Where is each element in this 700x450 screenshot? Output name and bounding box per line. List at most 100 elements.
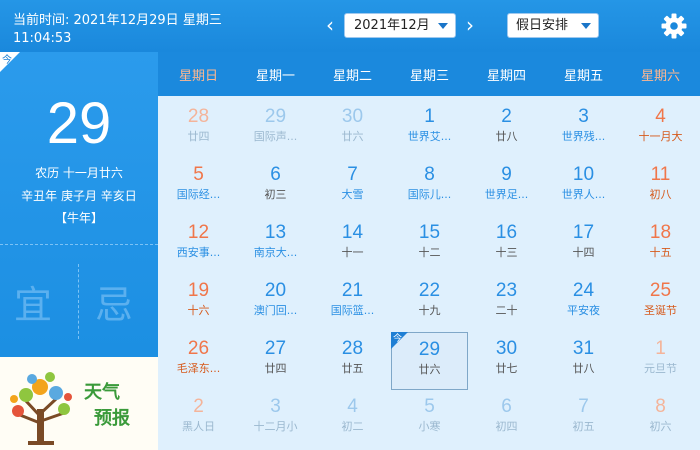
- day-number: 11: [650, 164, 671, 185]
- day-cell[interactable]: 5 国际经...: [160, 158, 237, 216]
- day-cell[interactable]: 20 澳门回...: [237, 274, 314, 332]
- holiday-select-value: 假日安排: [516, 18, 569, 33]
- day-cell[interactable]: 11 初八: [622, 158, 699, 216]
- day-cell[interactable]: 3 十二月小: [237, 390, 314, 448]
- day-lunar-label: 初五: [572, 420, 595, 433]
- day-number: 19: [187, 280, 210, 301]
- day-cell[interactable]: 7 大雪: [314, 158, 391, 216]
- current-time-date: 当前时间: 2021年12月29日 星期三: [13, 13, 222, 28]
- day-number: 12: [187, 222, 210, 243]
- month-select[interactable]: 2021年12月: [344, 13, 456, 38]
- day-lunar-label: 廿四: [264, 362, 287, 375]
- prev-month-button[interactable]: ‹: [322, 14, 338, 36]
- current-time: 当前时间: 2021年12月29日 星期三 11:04:53: [13, 12, 222, 48]
- day-cell[interactable]: 29 国际声...: [237, 100, 314, 158]
- day-cell[interactable]: 10 世界人...: [545, 158, 622, 216]
- day-cell[interactable]: 31 廿八: [545, 332, 622, 390]
- day-cell[interactable]: 17 十四: [545, 216, 622, 274]
- day-cell[interactable]: 6 初四: [468, 390, 545, 448]
- day-lunar-label: 澳门回...: [253, 304, 298, 317]
- next-month-button[interactable]: ›: [462, 14, 478, 36]
- weekday-header: 星期日 星期一 星期二 星期三 星期四 星期五 星期六: [158, 52, 700, 96]
- day-cell[interactable]: 26 毛泽东...: [160, 332, 237, 390]
- day-cell[interactable]: 18 十五: [622, 216, 699, 274]
- day-number: 8: [424, 164, 435, 185]
- day-cell[interactable]: 4 十一月大: [622, 100, 699, 158]
- day-lunar-label: 初六: [649, 420, 672, 433]
- day-cell[interactable]: 27 廿四: [237, 332, 314, 390]
- day-lunar-label: 世界艾...: [407, 130, 452, 143]
- day-cell[interactable]: 2 廿八: [468, 100, 545, 158]
- weekday-label: 星期日: [178, 69, 218, 84]
- gear-icon[interactable]: [660, 12, 688, 40]
- day-lunar-label: 世界人...: [561, 188, 606, 201]
- day-cell[interactable]: 5 小寒: [391, 390, 468, 448]
- day-lunar-label: 初四: [495, 420, 518, 433]
- day-cell[interactable]: 8 国际儿...: [391, 158, 468, 216]
- day-number: 5: [424, 396, 435, 417]
- holiday-select[interactable]: 假日安排: [507, 13, 599, 38]
- day-number: 3: [270, 396, 281, 417]
- day-number: 18: [649, 222, 672, 243]
- day-cell[interactable]: 13 南京大...: [237, 216, 314, 274]
- day-cell[interactable]: 1 元旦节: [622, 332, 699, 390]
- day-cell[interactable]: 9 世界足...: [468, 158, 545, 216]
- day-lunar-label: 廿七: [495, 362, 518, 375]
- day-number: 3: [578, 106, 589, 127]
- current-time-clock: 11:04:53: [13, 31, 72, 46]
- day-number: 14: [341, 222, 364, 243]
- day-cell[interactable]: 21 国际篮...: [314, 274, 391, 332]
- chevron-down-icon: [438, 23, 448, 29]
- day-lunar-label: 毛泽东...: [176, 362, 221, 375]
- day-number: 2: [501, 106, 512, 127]
- calendar-grid: 28 廿四 29 国际声... 30 廿六 1 世界艾... 2 廿八 3 世界残... 4 十一月大 5 国…: [158, 96, 700, 450]
- day-number: 9: [501, 164, 512, 185]
- day-lunar-label: 国际声...: [253, 130, 298, 143]
- day-number: 31: [572, 338, 595, 359]
- day-cell[interactable]: 12 西安事...: [160, 216, 237, 274]
- day-cell-today[interactable]: 今 29 廿六: [391, 332, 468, 390]
- day-number: 1: [655, 338, 666, 359]
- weekday-label: 星期四: [486, 69, 526, 84]
- day-cell[interactable]: 14 十一: [314, 216, 391, 274]
- day-cell[interactable]: 6 初三: [237, 158, 314, 216]
- day-cell[interactable]: 2 黑人日: [160, 390, 237, 448]
- day-number: 30: [495, 338, 518, 359]
- day-cell[interactable]: 15 十二: [391, 216, 468, 274]
- divider: [0, 244, 158, 245]
- day-cell[interactable]: 1 世界艾...: [391, 100, 468, 158]
- day-lunar-label: 初八: [649, 188, 672, 201]
- day-number: 7: [347, 164, 358, 185]
- weather-title-line1: 天气: [84, 382, 120, 403]
- day-cell[interactable]: 30 廿七: [468, 332, 545, 390]
- day-lunar-label: 十四: [572, 246, 595, 259]
- weather-forecast-button[interactable]: 天气 预报: [0, 357, 158, 450]
- day-cell[interactable]: 7 初五: [545, 390, 622, 448]
- day-cell[interactable]: 25 圣诞节: [622, 274, 699, 332]
- tree-icon: [10, 372, 72, 445]
- day-number: 7: [578, 396, 589, 417]
- day-number: 6: [501, 396, 512, 417]
- day-cell[interactable]: 28 廿四: [160, 100, 237, 158]
- day-number: 27: [264, 338, 287, 359]
- day-lunar-label: 元旦节: [644, 362, 677, 375]
- day-cell[interactable]: 22 十九: [391, 274, 468, 332]
- day-cell[interactable]: 28 廿五: [314, 332, 391, 390]
- day-cell[interactable]: 16 十三: [468, 216, 545, 274]
- day-lunar-label: 十九: [418, 304, 441, 317]
- day-number: 15: [418, 222, 441, 243]
- weekday-label: 星期二: [332, 69, 372, 84]
- day-cell[interactable]: 8 初六: [622, 390, 699, 448]
- day-number: 6: [270, 164, 281, 185]
- day-lunar-label: 十二月小: [253, 420, 298, 433]
- day-lunar-label: 廿六: [418, 363, 441, 376]
- day-cell[interactable]: 19 十六: [160, 274, 237, 332]
- day-cell[interactable]: 30 廿六: [314, 100, 391, 158]
- day-cell[interactable]: 3 世界残...: [545, 100, 622, 158]
- day-lunar-label: 国际经...: [176, 188, 221, 201]
- day-cell[interactable]: 24 平安夜: [545, 274, 622, 332]
- day-lunar-label: 南京大...: [253, 246, 298, 259]
- day-cell[interactable]: 23 二十: [468, 274, 545, 332]
- day-lunar-label: 大雪: [341, 188, 364, 201]
- day-cell[interactable]: 4 初二: [314, 390, 391, 448]
